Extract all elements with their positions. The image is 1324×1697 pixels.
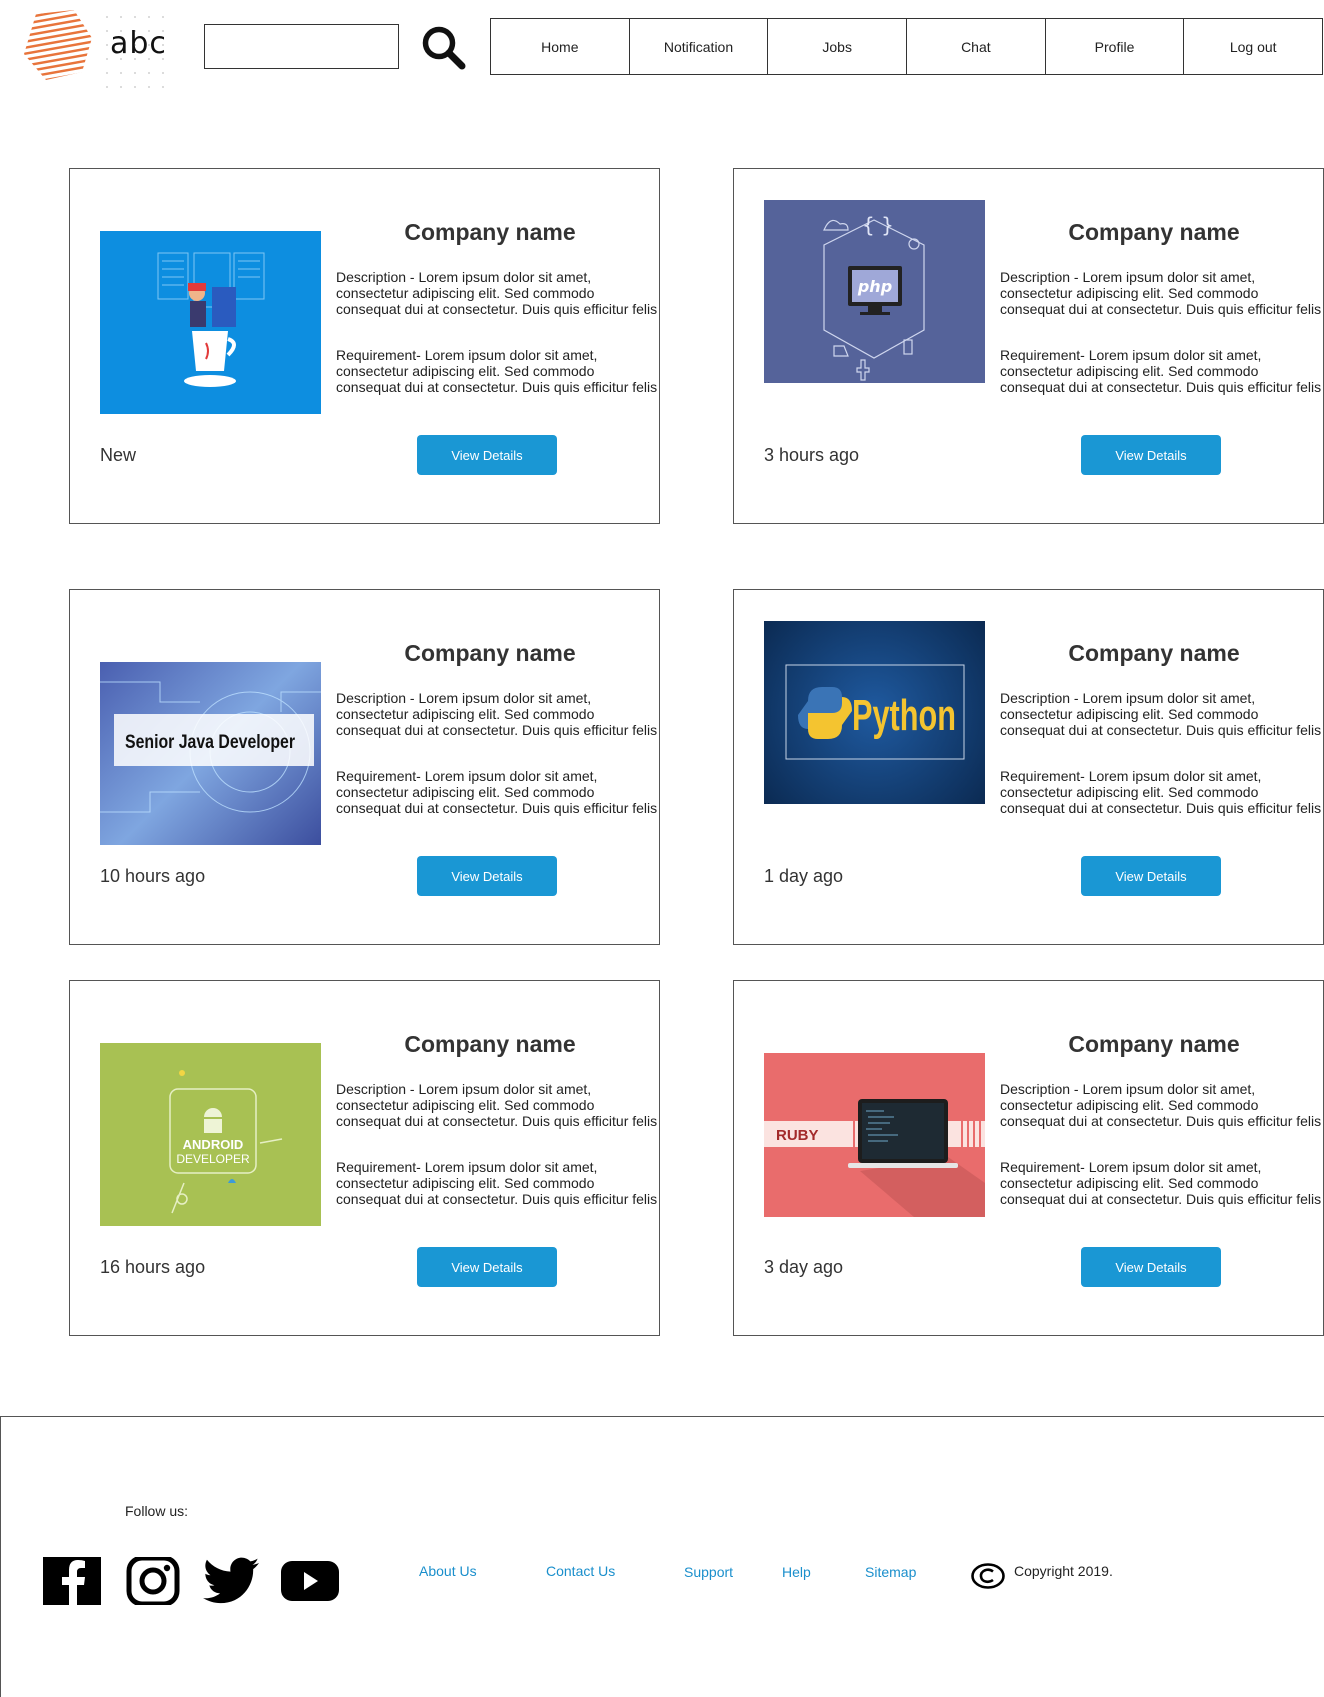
job-description: Description - Lorem ipsum dolor sit amet… [1000,1081,1322,1129]
post-time: 1 day ago [764,866,844,886]
android-image-label-2: DEVELOPER [176,1152,250,1166]
footer-link-about-us[interactable]: About Us [419,1563,477,1579]
job-card: RUBY Company name Description - Lorem ip… [733,980,1324,1336]
job-image-ruby: RUBY [764,1053,985,1217]
company-name: Company name [1068,219,1240,245]
company-name: Company name [404,1031,576,1057]
job-image-senior-java: Senior Java Developer [100,662,321,845]
job-card: Company name Description - Lorem ipsum d… [69,168,660,524]
senior-java-image-label: Senior Java Developer [125,732,296,753]
footer: Follow us: About Us Contact Us Support H… [0,1416,1324,1697]
post-time: 3 hours ago [764,445,860,465]
job-card: Python Company name Description - Lorem … [733,589,1324,945]
search-button[interactable] [420,24,468,70]
view-details-button[interactable]: View Details [417,1247,557,1287]
job-requirement: Requirement- Lorem ipsum dolor sit amet,… [1000,768,1322,816]
ruby-image-label: RUBY [776,1127,819,1144]
search-icon [422,26,466,70]
nav-home[interactable]: Home [491,19,629,74]
view-details-button[interactable]: View Details [1081,435,1221,475]
company-name: Company name [1068,1031,1240,1057]
python-image-label: Python [852,691,956,740]
job-image-python: Python [764,621,985,804]
post-time: New [100,445,137,465]
follow-us-label: Follow us: [125,1503,189,1519]
view-details-button[interactable]: View Details [417,435,557,475]
job-requirement: Requirement- Lorem ipsum dolor sit amet,… [1000,347,1322,395]
footer-link-support[interactable]: Support [684,1564,733,1580]
copyright-text: Copyright 2019. [1014,1563,1113,1579]
post-time: 16 hours ago [100,1257,206,1277]
job-description: Description - Lorem ipsum dolor sit amet… [336,269,658,317]
view-details-button[interactable]: View Details [1081,856,1221,896]
nav-logout[interactable]: Log out [1183,19,1322,74]
job-requirement: Requirement- Lorem ipsum dolor sit amet,… [336,347,658,395]
job-description: Description - Lorem ipsum dolor sit amet… [336,1081,658,1129]
job-card: { } php Company name Description - Lorem… [733,168,1324,524]
job-description: Description - Lorem ipsum dolor sit amet… [1000,269,1322,317]
youtube-link[interactable] [280,1557,340,1607]
twitter-icon [203,1557,259,1604]
facebook-link[interactable] [43,1557,103,1607]
job-description: Description - Lorem ipsum dolor sit amet… [336,690,658,738]
view-details-button[interactable]: View Details [417,856,557,896]
nav-notification[interactable]: Notification [628,19,768,74]
android-image-label: ANDROID [183,1137,244,1152]
job-description: Description - Lorem ipsum dolor sit amet… [1000,690,1322,738]
job-requirement: Requirement- Lorem ipsum dolor sit amet,… [336,768,658,816]
instagram-link[interactable] [125,1555,185,1607]
post-time: 3 day ago [764,1257,844,1277]
job-card: Senior Java Developer Company name Descr… [69,589,660,945]
company-name: Company name [404,219,576,245]
php-image-label: php [857,277,892,296]
twitter-link[interactable] [203,1557,263,1607]
company-name: Company name [404,640,576,666]
job-image-php: { } php [764,200,985,383]
job-requirement: Requirement- Lorem ipsum dolor sit amet,… [336,1159,658,1207]
job-card: ANDROID DEVELOPER Company name Descripti… [69,980,660,1336]
logo-mark-icon [24,10,92,80]
nav-chat[interactable]: Chat [906,19,1045,74]
job-image-java [100,231,321,414]
youtube-icon [281,1561,339,1601]
svg-text:{ }: { } [862,213,894,237]
main-nav: Home Notification Jobs Chat Profile Log … [490,18,1323,75]
post-time: 10 hours ago [100,866,206,886]
search-input[interactable] [204,24,399,69]
job-image-android: ANDROID DEVELOPER [100,1043,321,1226]
nav-jobs[interactable]: Jobs [767,19,906,74]
nav-profile[interactable]: Profile [1044,19,1184,74]
logo-text: abc [110,26,167,61]
footer-link-help[interactable]: Help [782,1564,811,1580]
facebook-icon [43,1557,101,1605]
company-name: Company name [1068,640,1240,666]
view-details-button[interactable]: View Details [1081,1247,1221,1287]
logo[interactable]: abc [22,8,172,88]
job-requirement: Requirement- Lorem ipsum dolor sit amet,… [1000,1159,1322,1207]
instagram-icon [126,1555,180,1607]
footer-link-sitemap[interactable]: Sitemap [865,1564,916,1580]
copyright-icon [971,1563,1005,1589]
footer-link-contact-us[interactable]: Contact Us [546,1563,615,1579]
